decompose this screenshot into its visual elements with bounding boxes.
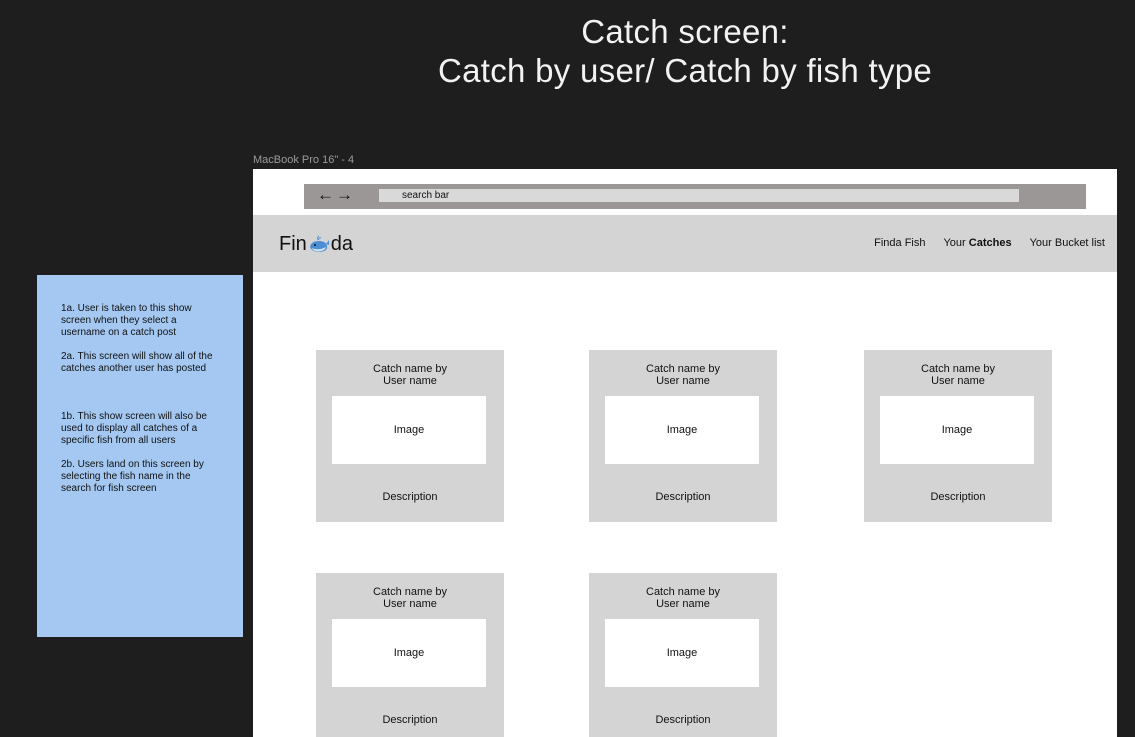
logo[interactable]: Fin da: [279, 233, 353, 256]
nav-catches-label: Catches: [968, 237, 1012, 249]
note-2a: 2a. This screen will show all of the cat…: [61, 351, 213, 374]
catch-card[interactable]: Catch name by User name Image Descriptio…: [316, 350, 504, 522]
note-1b: 1b. This show screen will also be used t…: [61, 411, 207, 446]
forward-arrow-icon[interactable]: →: [336, 185, 353, 205]
logo-text-right: da: [330, 233, 354, 255]
frame-label: MacBook Pro 16" - 4: [253, 154, 355, 166]
catch-name: Catch name by: [373, 363, 447, 375]
annotation-note: 1a. User is taken to this show screen wh…: [37, 275, 243, 637]
catch-title: Catch name by User name: [589, 586, 777, 610]
page-heading: Catch screen: Catch by user/ Catch by fi…: [380, 12, 990, 90]
catch-name: Catch name by: [646, 363, 720, 375]
nav-your-catches[interactable]: Your Catches: [943, 237, 1011, 249]
nav-bucket-list[interactable]: Your Bucket list: [1030, 237, 1105, 249]
nav-links: Finda Fish Your Catches Your Bucket list: [874, 237, 1105, 249]
whale-icon: [309, 235, 329, 252]
catch-name: Catch name by: [921, 363, 995, 375]
catch-card[interactable]: Catch name by User name Image Descriptio…: [316, 573, 504, 737]
note-1a: 1a. User is taken to this show screen wh…: [61, 303, 192, 338]
catch-image: Image: [605, 396, 759, 464]
catch-image: Image: [880, 396, 1034, 464]
catch-name: Catch name by: [646, 586, 720, 598]
catch-image: Image: [332, 396, 486, 464]
note-2b: 2b. Users land on this screen by selecti…: [61, 459, 204, 494]
macbook-frame: ← → search bar Fin da Finda Fish Your Ca…: [253, 169, 1117, 737]
catch-description: Description: [382, 491, 438, 503]
nav-finda-fish[interactable]: Finda Fish: [874, 237, 925, 249]
user-name[interactable]: User name: [589, 598, 777, 610]
user-name[interactable]: User name: [589, 375, 777, 387]
catch-description: Description: [930, 491, 986, 503]
user-name[interactable]: User name: [316, 598, 504, 610]
catch-title: Catch name by User name: [589, 363, 777, 387]
user-name[interactable]: User name: [316, 375, 504, 387]
back-arrow-icon[interactable]: ←: [317, 185, 334, 205]
catch-title: Catch name by User name: [864, 363, 1052, 387]
search-input[interactable]: search bar: [379, 189, 1019, 202]
catch-title: Catch name by User name: [316, 586, 504, 610]
catch-card[interactable]: Catch name by User name Image Descriptio…: [589, 350, 777, 522]
catch-name: Catch name by: [373, 586, 447, 598]
navbar: Fin da Finda Fish Your Catches Your Buck…: [253, 215, 1117, 272]
catch-card[interactable]: Catch name by User name Image Descriptio…: [589, 573, 777, 737]
heading-line-2: Catch by user/ Catch by fish type: [437, 52, 933, 89]
heading-line-1: Catch screen:: [581, 13, 789, 50]
browser-bar: ← → search bar: [304, 184, 1086, 209]
logo-text-left: Fin: [279, 233, 307, 255]
catch-image: Image: [332, 619, 486, 687]
catch-image: Image: [605, 619, 759, 687]
catch-description: Description: [382, 714, 438, 726]
catch-title: Catch name by User name: [316, 363, 504, 387]
user-name[interactable]: User name: [864, 375, 1052, 387]
catch-description: Description: [655, 714, 711, 726]
nav-your-prefix: Your: [943, 237, 966, 249]
catch-card[interactable]: Catch name by User name Image Descriptio…: [864, 350, 1052, 522]
catch-description: Description: [655, 491, 711, 503]
